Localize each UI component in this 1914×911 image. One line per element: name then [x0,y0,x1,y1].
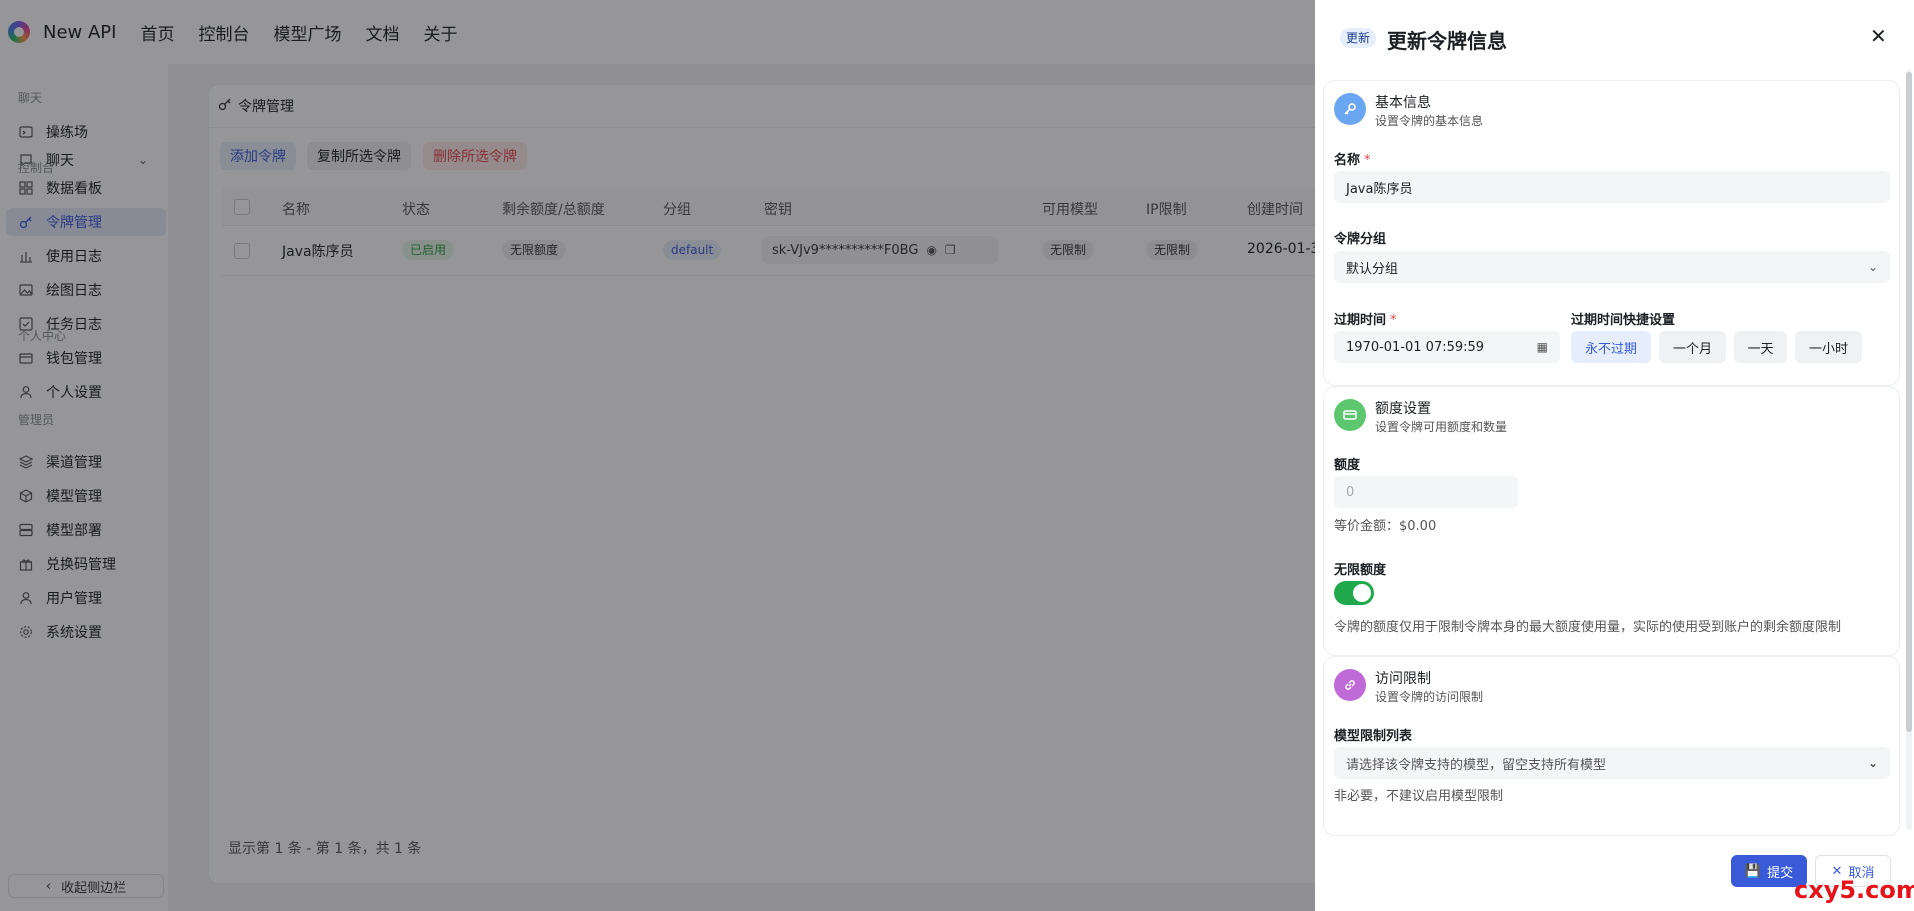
one-hour-button[interactable]: 一小时 [1795,331,1862,363]
model-limit-select[interactable]: 请选择该令牌支持的模型，留空支持所有模型 ⌄ [1334,747,1890,779]
name-value: Java陈序员 [1346,181,1413,197]
group-select[interactable]: 默认分组 ⌄ [1334,251,1890,283]
submit-label: 提交 [1767,865,1794,881]
one-month-button[interactable]: 一个月 [1659,331,1726,363]
calendar-icon[interactable]: ▦ [1537,340,1548,354]
link-icon [1334,669,1366,701]
chevron-down-icon: ⌄ [1867,756,1878,770]
name-label: 名称 * [1334,149,1371,168]
one-day-button[interactable]: 一天 [1734,331,1787,363]
required-mark: * [1390,313,1397,328]
never-expire-button[interactable]: 永不过期 [1571,331,1651,363]
expire-label-text: 过期时间 [1334,313,1387,328]
group-label: 令牌分组 [1334,232,1387,247]
model-limit-label: 模型限制列表 [1334,729,1413,744]
section-title: 访问限制 [1375,671,1431,687]
unlimited-quota-toggle[interactable] [1334,581,1374,605]
section-title: 基本信息 [1375,95,1431,111]
group-value: 默认分组 [1346,261,1399,277]
key-icon [1334,93,1366,125]
model-limit-placeholder: 请选择该令牌支持的模型，留空支持所有模型 [1346,757,1607,773]
quick-expire-label: 过期时间快捷设置 [1571,313,1676,328]
quota-amount-placeholder: 0 [1346,484,1355,500]
name-input[interactable]: Java陈序员 [1334,171,1890,203]
chevron-down-icon: ⌄ [1867,260,1878,274]
credit-card-icon [1334,399,1366,431]
drawer-title: 更新令牌信息 [1387,29,1507,53]
section-title: 额度设置 [1375,401,1431,417]
equivalent-amount: 等价金额：$0.00 [1334,519,1437,534]
quota-amount-input[interactable]: 0 [1334,476,1518,508]
scrollbar-thumb[interactable] [1906,72,1912,732]
required-mark: * [1364,153,1371,168]
section-subtitle: 设置令牌的基本信息 [1375,114,1484,128]
section-subtitle: 设置令牌的访问限制 [1375,690,1484,704]
quota-amount-label: 额度 [1334,458,1361,473]
watermark: cxy5.com [1794,876,1914,904]
name-label-text: 名称 [1334,153,1361,168]
update-badge: 更新 [1340,28,1377,48]
unlimited-quota-label: 无限额度 [1334,563,1387,578]
expire-value: 1970-01-01 07:59:59 [1346,339,1485,355]
expire-datetime-input[interactable]: 1970-01-01 07:59:59 ▦ [1334,331,1560,363]
section-subtitle: 设置令牌可用额度和数量 [1375,420,1508,434]
model-limit-help: 非必要，不建议启用模型限制 [1334,789,1504,804]
save-icon: 💾 [1744,863,1762,879]
quota-note: 令牌的额度仅用于限制令牌本身的最大额度使用量，实际的使用受到账户的剩余额度限制 [1334,620,1842,635]
close-icon[interactable]: ✕ [1870,24,1887,48]
expire-label: 过期时间 * [1334,309,1397,328]
